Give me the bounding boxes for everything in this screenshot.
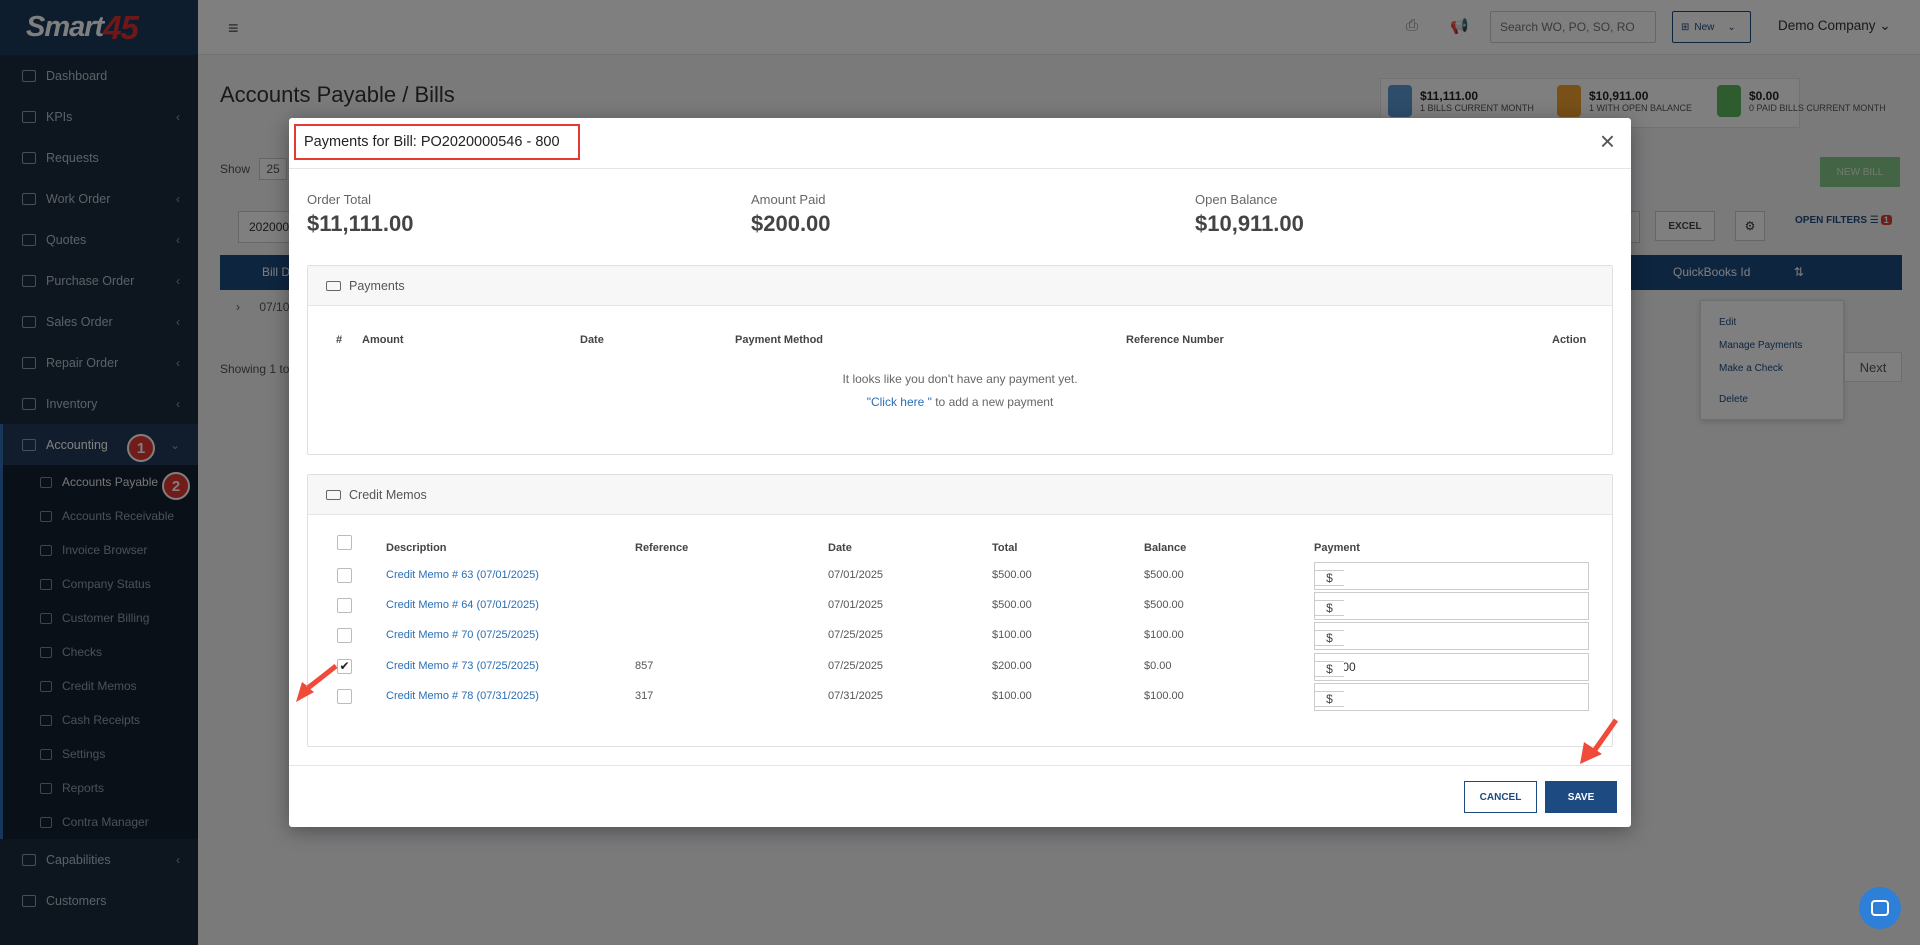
total-cell: $500.00: [992, 599, 1032, 611]
add-payment-suffix: to add a new payment: [931, 395, 1054, 409]
save-button[interactable]: SAVE: [1545, 781, 1617, 813]
payment-input-group: $: [1314, 622, 1589, 650]
open-balance-label: Open Balance: [1195, 192, 1278, 207]
credit-memos-title: Credit Memos: [349, 487, 427, 502]
date-cell: 07/31/2025: [828, 690, 884, 702]
reference-cell: 317: [635, 690, 654, 702]
row-checkbox[interactable]: [337, 628, 352, 643]
payment-input-group: $: [1314, 653, 1589, 681]
annotation-arrow-save: [1580, 718, 1619, 764]
col-reference: Reference: [635, 542, 689, 554]
description-cell: Credit Memo # 63 (07/01/2025): [386, 569, 539, 581]
credit-memo-row: ✔ Credit Memo # 73 (07/25/2025) 857 07/25/2…: [308, 652, 1612, 682]
credit-memo-link[interactable]: Credit Memo # 78 (07/31/2025): [386, 690, 539, 702]
modal-title: Payments for Bill: PO2020000546 - 800: [294, 124, 580, 160]
payments-panel: Payments # Amount Date Payment Method Re…: [307, 265, 1613, 455]
balance-cell: $100.00: [1144, 629, 1184, 641]
keyboard-icon: [326, 489, 341, 500]
description-cell: Credit Memo # 78 (07/31/2025): [386, 690, 539, 702]
no-payments-message: It looks like you don't have any payment…: [842, 372, 1078, 386]
description-cell: Credit Memo # 64 (07/01/2025): [386, 599, 539, 611]
reference-cell: 857: [635, 660, 654, 672]
payment-input-group: $: [1314, 683, 1589, 711]
payment-amount-input[interactable]: [1314, 653, 1589, 681]
select-all-checkbox[interactable]: [337, 535, 352, 550]
credit-memo-row: Credit Memo # 70 (07/25/2025) 07/25/2025 $…: [308, 621, 1612, 651]
close-icon[interactable]: ×: [1600, 128, 1615, 154]
payment-amount-input[interactable]: [1314, 622, 1589, 650]
money-icon: [326, 280, 341, 291]
payment-amount-input[interactable]: [1314, 592, 1589, 620]
chat-launcher-icon[interactable]: [1859, 887, 1901, 929]
date-cell: 07/25/2025: [828, 660, 884, 672]
col-description: Description: [386, 542, 447, 554]
payments-panel-header: Payments: [308, 266, 1612, 306]
credit-memo-row: Credit Memo # 64 (07/01/2025) 07/01/2025 $…: [308, 591, 1612, 621]
payment-amount-input[interactable]: [1314, 562, 1589, 590]
total-cell: $500.00: [992, 569, 1032, 581]
col-payment: Payment: [1314, 542, 1360, 554]
payments-modal: Payments for Bill: PO2020000546 - 800 × …: [289, 118, 1631, 827]
currency-addon: $: [1314, 661, 1344, 677]
currency-addon: $: [1314, 691, 1344, 707]
date-cell: 07/01/2025: [828, 569, 884, 581]
currency-addon: $: [1314, 570, 1344, 586]
col-number: #: [336, 334, 343, 346]
annotation-arrow-checkbox: [296, 664, 338, 702]
credit-memo-row: Credit Memo # 78 (07/31/2025) 317 07/31/20…: [308, 682, 1612, 712]
col-date: Date: [828, 542, 852, 554]
balance-cell: $500.00: [1144, 569, 1184, 581]
balance-cell: $500.00: [1144, 599, 1184, 611]
total-cell: $100.00: [992, 690, 1032, 702]
credit-memo-link[interactable]: Credit Memo # 70 (07/25/2025): [386, 629, 539, 641]
col-amount: Amount: [362, 334, 404, 346]
order-total-label: Order Total: [307, 192, 372, 207]
col-total: Total: [992, 542, 1018, 554]
open-balance: Open Balance $10,911.00: [1195, 192, 1304, 237]
credit-memos-panel-header: Credit Memos: [308, 475, 1612, 515]
currency-addon: $: [1314, 630, 1344, 646]
order-total-value: $11,111.00: [307, 211, 414, 236]
row-checkbox[interactable]: [337, 598, 352, 613]
cancel-button[interactable]: CANCEL: [1464, 781, 1537, 813]
currency-addon: $: [1314, 600, 1344, 616]
date-cell: 07/25/2025: [828, 629, 884, 641]
payment-amount-input[interactable]: [1314, 683, 1589, 711]
col-reference-number: Reference Number: [1126, 334, 1224, 346]
modal-footer: CANCEL SAVE: [289, 765, 1631, 827]
description-cell: Credit Memo # 73 (07/25/2025): [386, 660, 539, 672]
date-cell: 07/01/2025: [828, 599, 884, 611]
modal-header: Payments for Bill: PO2020000546 - 800 ×: [289, 118, 1631, 169]
col-balance: Balance: [1144, 542, 1187, 554]
payment-input-group: $: [1314, 592, 1589, 620]
payment-input-group: $: [1314, 562, 1589, 590]
credit-memo-link[interactable]: Credit Memo # 64 (07/01/2025): [386, 599, 539, 611]
col-date: Date: [580, 334, 604, 346]
balance-cell: $0.00: [1144, 660, 1172, 672]
open-balance-value: $10,911.00: [1195, 211, 1304, 236]
payments-title: Payments: [349, 278, 405, 293]
credit-memos-panel: Credit Memos Description Reference Date …: [307, 474, 1613, 747]
row-checkbox[interactable]: [337, 568, 352, 583]
amount-paid-label: Amount Paid: [751, 192, 826, 207]
amount-paid: Amount Paid $200.00: [751, 192, 831, 237]
credit-memo-link[interactable]: Credit Memo # 63 (07/01/2025): [386, 569, 539, 581]
description-cell: Credit Memo # 70 (07/25/2025): [386, 629, 539, 641]
amount-paid-value: $200.00: [751, 211, 831, 236]
col-action: Action: [1552, 334, 1587, 346]
credit-memo-link[interactable]: Credit Memo # 73 (07/25/2025): [386, 660, 539, 672]
col-payment-method: Payment Method: [735, 334, 824, 346]
order-total: Order Total $11,111.00: [307, 192, 413, 237]
add-payment-hint: "Click here " to add a new payment: [308, 395, 1612, 409]
credit-memo-row: Credit Memo # 63 (07/01/2025) 07/01/2025 $…: [308, 561, 1612, 591]
add-payment-link[interactable]: "Click here ": [867, 395, 932, 409]
total-cell: $200.00: [992, 660, 1032, 672]
total-cell: $100.00: [992, 629, 1032, 641]
balance-cell: $100.00: [1144, 690, 1184, 702]
